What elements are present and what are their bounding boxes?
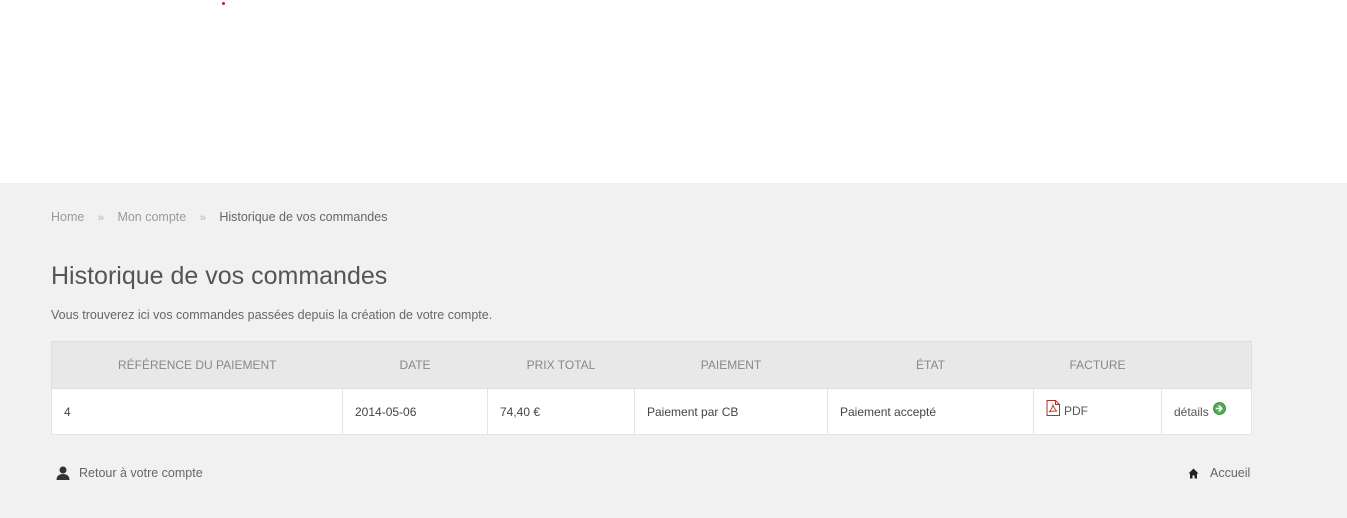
orders-table: RÉFÉRENCE DU PAIEMENT DATE PRIX TOTAL PA…: [51, 341, 1252, 435]
main-content: Home » Mon compte » Historique de vos co…: [0, 183, 1347, 518]
page-intro: Vous trouverez ici vos commandes passées…: [51, 308, 493, 322]
order-invoice-cell: PDF: [1033, 388, 1162, 435]
order-reference[interactable]: 4: [51, 388, 343, 435]
breadcrumb-separator: »: [199, 212, 206, 224]
header-date[interactable]: DATE: [342, 341, 488, 389]
header-area: [0, 0, 1347, 183]
invoice-pdf-link[interactable]: PDF: [1046, 400, 1088, 418]
breadcrumb: Home » Mon compte » Historique de vos co…: [51, 210, 387, 224]
order-payment: Paiement par CB: [634, 388, 828, 435]
back-to-account-link[interactable]: Retour à votre compte: [56, 466, 203, 480]
table-row: 4 2014-05-06 74,40 € Paiement par CB Pai…: [51, 388, 1252, 435]
header-status[interactable]: ÉTAT: [827, 341, 1034, 389]
breadcrumb-current: Historique de vos commandes: [219, 210, 388, 224]
details-label: détails: [1174, 404, 1209, 419]
header-payment[interactable]: PAIEMENT: [634, 341, 828, 389]
header-details: [1161, 341, 1252, 389]
order-date: 2014-05-06: [342, 388, 488, 435]
breadcrumb-separator: »: [97, 212, 104, 224]
order-details-cell: détails: [1161, 388, 1252, 435]
invoice-pdf-label: PDF: [1064, 404, 1088, 418]
user-icon: [56, 466, 70, 480]
header-dot: [222, 2, 225, 5]
header-total-price[interactable]: PRIX TOTAL: [487, 341, 635, 389]
page-title: Historique de vos commandes: [51, 262, 388, 290]
pdf-icon: [1046, 400, 1060, 416]
home-link[interactable]: Accueil: [1188, 466, 1250, 480]
header-invoice: FACTURE: [1033, 341, 1162, 389]
home-label: Accueil: [1210, 466, 1251, 480]
details-link[interactable]: détails: [1174, 402, 1226, 419]
back-to-account-label: Retour à votre compte: [79, 466, 203, 480]
home-icon: [1188, 468, 1199, 478]
header-reference[interactable]: RÉFÉRENCE DU PAIEMENT: [51, 341, 343, 389]
order-status: Paiement accepté: [827, 388, 1034, 435]
order-price: 74,40 €: [487, 388, 635, 435]
table-header-row: RÉFÉRENCE DU PAIEMENT DATE PRIX TOTAL PA…: [51, 341, 1252, 389]
breadcrumb-account[interactable]: Mon compte: [117, 210, 186, 224]
green-arrow-icon: [1212, 402, 1226, 415]
breadcrumb-home[interactable]: Home: [51, 210, 84, 224]
